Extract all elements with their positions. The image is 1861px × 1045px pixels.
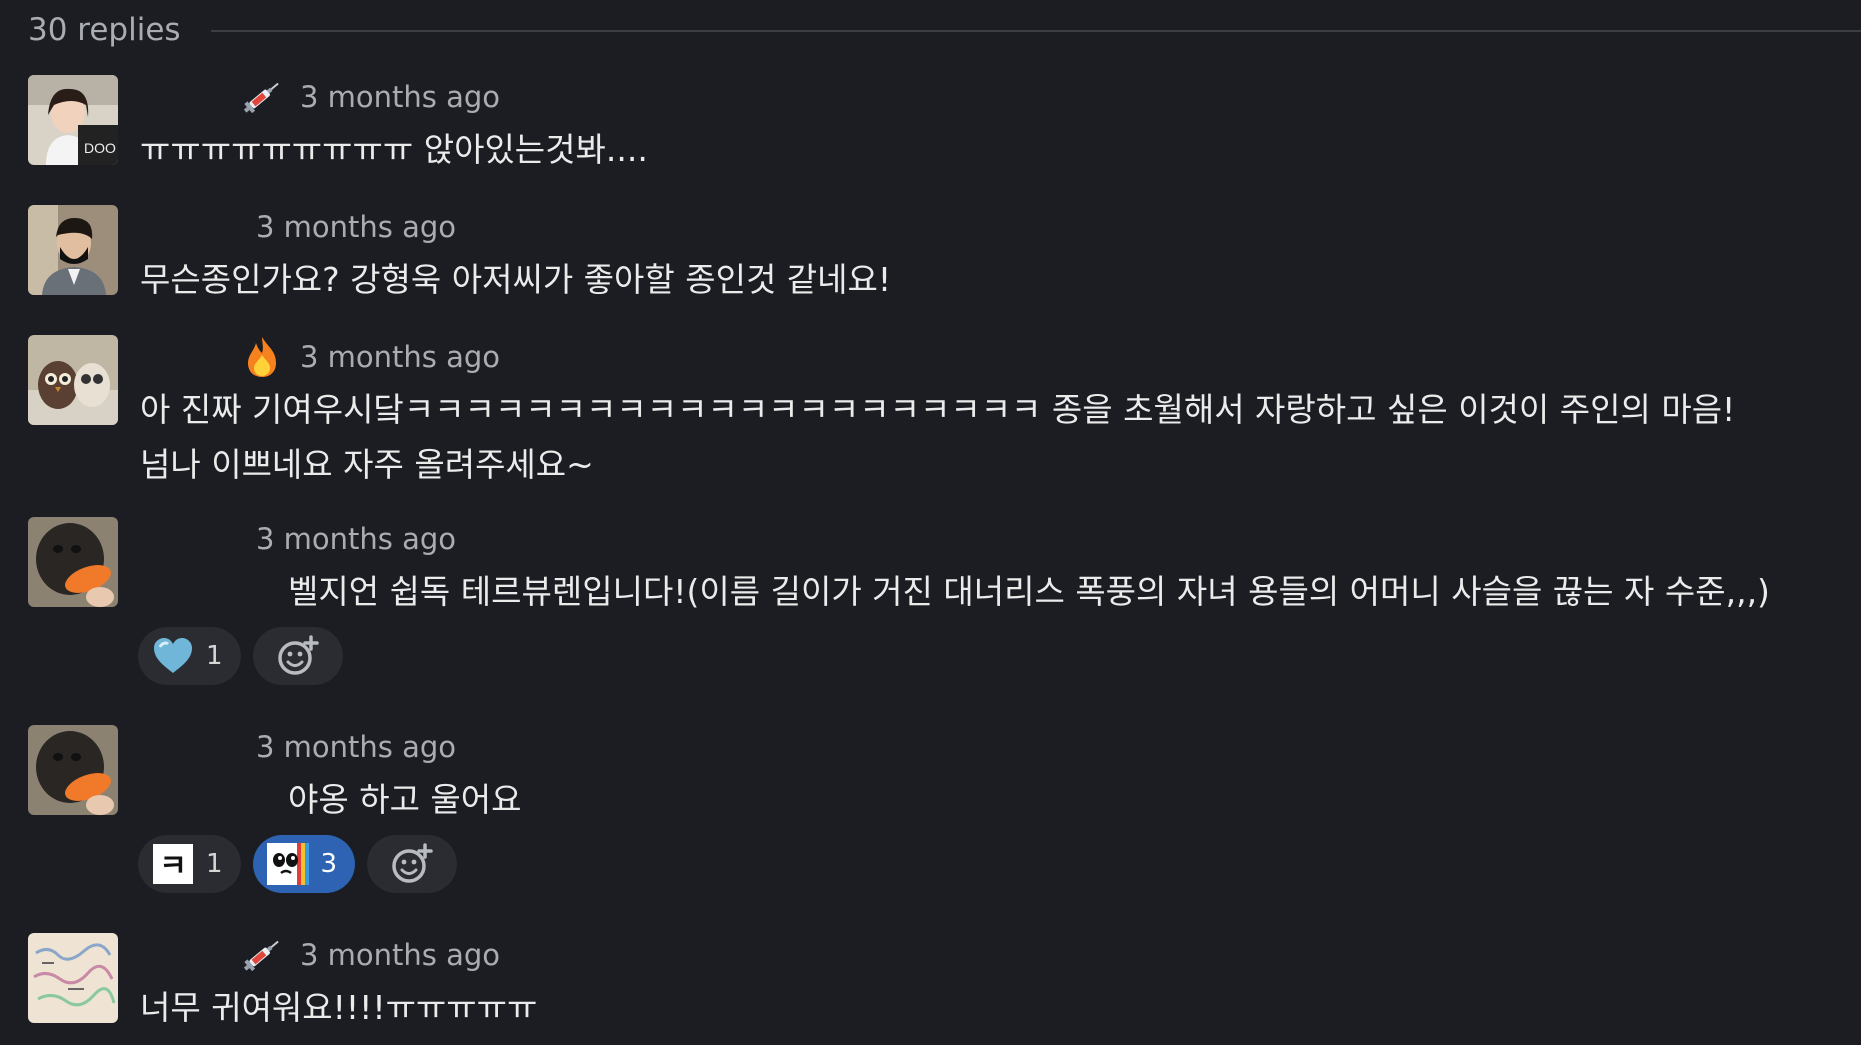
- avatar[interactable]: [28, 933, 118, 1023]
- timestamp[interactable]: 3 months ago: [300, 938, 500, 972]
- reply-thread: 30 replies DOO 3 months ago ㅠㅠㅠㅠㅠㅠㅠㅠㅠ 앉아…: [0, 0, 1861, 1045]
- rainbow-face-icon: [266, 843, 309, 885]
- timestamp[interactable]: 3 months ago: [256, 730, 456, 764]
- avatar[interactable]: DOO: [28, 75, 118, 165]
- message-text: 너무 귀여워요!!!!ㅠㅠㅠㅠㅠ: [140, 980, 537, 1035]
- add-reaction-icon: [277, 635, 319, 675]
- avatar[interactable]: [28, 725, 118, 815]
- message-line: 야옹 하고 울어요: [288, 780, 522, 819]
- svg-text:DOO: DOO: [84, 140, 116, 156]
- timestamp[interactable]: 3 months ago: [256, 522, 456, 556]
- blue-heart-icon: [152, 635, 194, 677]
- timestamp[interactable]: 3 months ago: [256, 210, 456, 244]
- message-text: 아 진짜 기여우시닼ㅋㅋㅋㅋㅋㅋㅋㅋㅋㅋㅋㅋㅋㅋㅋㅋㅋㅋㅋㅋㅋ 종을 초월해서 …: [140, 382, 1735, 492]
- reaction-count: 3: [320, 849, 338, 879]
- kieuk-icon: ㅋ: [152, 843, 194, 885]
- message-line: ㅠㅠㅠㅠㅠㅠㅠㅠㅠ 앉아있는것봐....: [140, 130, 648, 169]
- message-text: 야옹 하고 울어요: [288, 772, 522, 827]
- kieuk-glyph: ㅋ: [159, 849, 187, 884]
- reply-meta: 3 months ago: [140, 933, 500, 977]
- divider: [210, 30, 1861, 32]
- reaction-count: 1: [206, 849, 223, 879]
- reply-meta: 3 months ago: [140, 75, 500, 119]
- reply-meta: 3 months ago: [256, 517, 456, 561]
- fire-icon: [240, 335, 284, 379]
- syringe-icon: [240, 933, 284, 977]
- reply-meta: 3 months ago: [256, 725, 456, 769]
- message-text: ㅠㅠㅠㅠㅠㅠㅠㅠㅠ 앉아있는것봐....: [140, 122, 648, 177]
- reply-meta: 3 months ago: [256, 205, 456, 249]
- message-line: 너무 귀여워요!!!!ㅠㅠㅠㅠㅠ: [140, 988, 538, 1027]
- timestamp[interactable]: 3 months ago: [300, 340, 500, 374]
- message-line: 아 진짜 기여우시닼ㅋㅋㅋㅋㅋㅋㅋㅋㅋㅋㅋㅋㅋㅋㅋㅋㅋㅋㅋㅋㅋ 종을 초월해서 …: [140, 390, 1736, 429]
- replies-header: 30 replies: [28, 8, 1861, 52]
- message-line: 넘나 이쁘네요 자주 올려주세요~: [140, 445, 594, 484]
- reaction-pill[interactable]: 3: [252, 835, 356, 893]
- syringe-icon: [240, 75, 284, 119]
- message-line: 벨지언 쉽독 테르뷰렌입니다!(이름 길이가 거진 대너리스 폭풍의 자녀 용들…: [288, 572, 1770, 611]
- reply-meta: 3 months ago: [140, 335, 500, 379]
- reaction-count: 1: [206, 641, 223, 671]
- avatar[interactable]: [28, 517, 118, 607]
- replies-count[interactable]: 30 replies: [28, 12, 181, 48]
- message-text: 무슨종인가요? 강형욱 아저씨가 좋아할 종인것 같네요!: [140, 252, 891, 307]
- timestamp[interactable]: 3 months ago: [300, 80, 500, 114]
- reaction-bar: ㅋ 1 3: [138, 835, 458, 893]
- message-text: 벨지언 쉽독 테르뷰렌입니다!(이름 길이가 거진 대너리스 폭풍의 자녀 용들…: [288, 564, 1770, 619]
- avatar[interactable]: [28, 205, 118, 295]
- reaction-pill[interactable]: 1: [138, 627, 241, 685]
- add-reaction-button[interactable]: [367, 835, 458, 893]
- reaction-pill[interactable]: ㅋ 1: [138, 835, 241, 893]
- reaction-bar: 1: [138, 627, 343, 685]
- avatar[interactable]: [28, 335, 118, 425]
- add-reaction-button[interactable]: [252, 627, 343, 685]
- add-reaction-icon: [392, 843, 433, 883]
- message-line: 무슨종인가요? 강형욱 아저씨가 좋아할 종인것 같네요!: [140, 260, 892, 299]
